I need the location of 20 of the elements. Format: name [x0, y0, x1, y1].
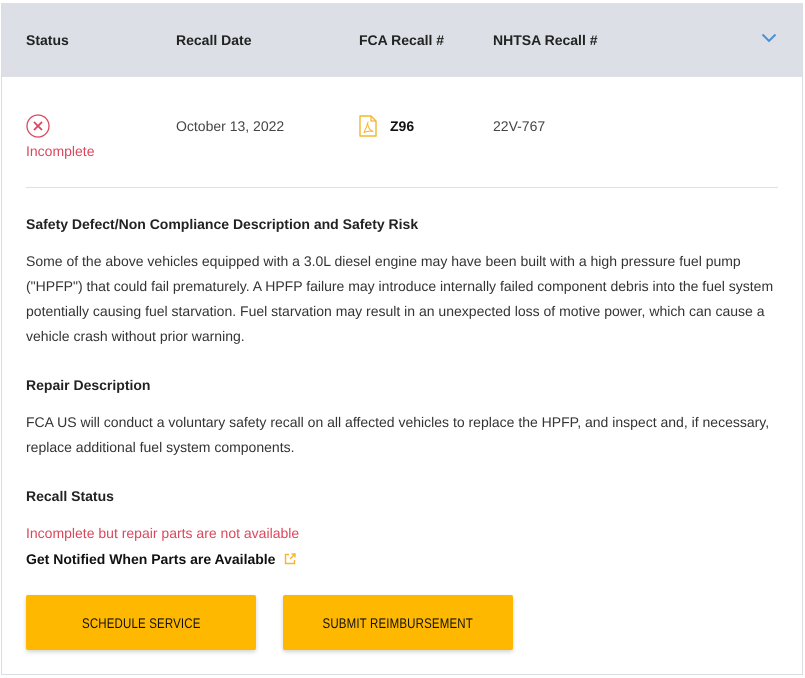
recall-status-text: Incomplete but repair parts are not available	[26, 524, 300, 543]
action-button[interactable]: SUBMIT REIMBURSEMENT	[283, 595, 513, 650]
section-heading: Repair Description	[26, 376, 152, 395]
column-header: NHTSA Recall #	[493, 32, 598, 48]
recall-number-link[interactable]: Z96	[390, 114, 414, 138]
chevron-icon[interactable]	[761, 33, 777, 43]
action-button[interactable]: SCHEDULE SERVICE	[26, 595, 256, 650]
section-heading: Safety Defect/Non Compliance Description and Safety Risk	[26, 215, 420, 234]
section-text: Some of the above vehicles equipped with a 3.0L diesel engine may have been built with a high pressure fuel pump ("HPFP") that could fail prematurely. A HPFP failure may introduce internally failed component debris into the fuel system potentially causing fuel starvation. Fuel starvation may result in an unexpected loss of motive power, which can cause a vehicle crash without prior warning.	[26, 252, 774, 346]
nhtsa-recall-number: 22V-767	[493, 117, 546, 136]
pdf-file-icon[interactable]	[359, 115, 377, 137]
status-text: Incomplete	[26, 142, 94, 160]
notify-link[interactable]: Get Notified When Parts are Available	[26, 550, 276, 566]
column-header: FCA Recall #	[359, 32, 446, 48]
section-text: FCA US will conduct a voluntary safety recall on all affected vehicles to replace the HPFP, and inspect and, if necessary, replace additional fuel system components.	[26, 413, 770, 457]
section-heading: Recall Status	[26, 487, 115, 506]
external-link-icon[interactable]	[284, 552, 296, 564]
recall-date: October 13, 2022	[176, 117, 284, 136]
column-header: Status	[26, 32, 70, 48]
column-header: Recall Date	[176, 32, 252, 48]
